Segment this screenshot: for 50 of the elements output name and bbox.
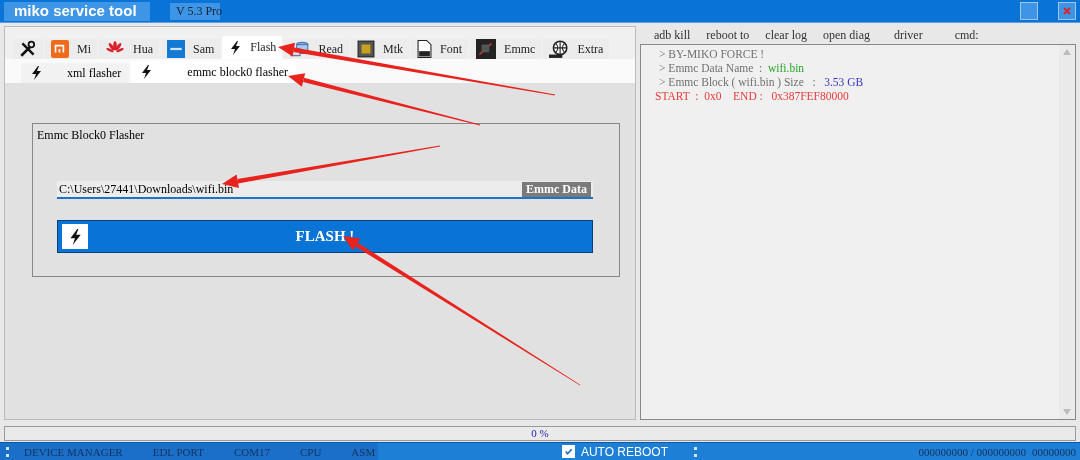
close-button[interactable]: [1058, 2, 1076, 20]
tab[interactable]: Mi: [45, 39, 97, 59]
toolbar-button[interactable]: adb kill: [646, 27, 699, 43]
tab[interactable]: Mtk: [351, 39, 410, 59]
checkbox-label: AUTO REBOOT: [580, 444, 668, 459]
tools-icon: [19, 40, 37, 58]
toolbar-button[interactable]: driver: [878, 27, 939, 43]
emmc-data-button[interactable]: Emmc Data: [522, 181, 591, 197]
status-field: DEVICE MANAGER: [9, 445, 138, 458]
scroll-up-icon: [1063, 49, 1071, 55]
window-title: miko service tool: [4, 1, 150, 21]
checkbox[interactable]: [561, 445, 575, 458]
counter-text: 000000000 / 000000000: [918, 445, 1026, 458]
file-path-field[interactable]: C:\Users\27441\Downloads\wifi.bin Emmc Data: [57, 181, 593, 199]
check-icon: [563, 447, 573, 456]
subtab[interactable]: emmc block0 flasher: [131, 61, 296, 83]
toolbar-button[interactable]: open diag: [815, 27, 878, 43]
counter-text: 00000000: [1032, 445, 1076, 458]
tab[interactable]: Font: [411, 39, 469, 59]
status-field: CPU: [284, 445, 337, 458]
toolbar-button[interactable]: cmd:: [938, 27, 995, 43]
dark-chip-icon: [476, 39, 497, 59]
card-icon: [167, 40, 185, 58]
version-label: V 5.3 Pro: [170, 2, 220, 20]
chip-icon: [357, 40, 376, 58]
close-icon: [1063, 7, 1071, 15]
toolbar-button[interactable]: clear log: [757, 27, 815, 43]
scroll-down-icon: [1063, 409, 1071, 415]
tab[interactable]: Sam: [161, 39, 221, 59]
lightning-icon: [29, 65, 43, 81]
tab[interactable]: Extra: [543, 39, 610, 59]
status-field: ASM: [336, 445, 391, 458]
tab[interactable]: [13, 39, 43, 59]
lightning-icon: [228, 39, 243, 56]
log-text: START : 0x0 END : 0x387FEF80000: [655, 90, 849, 102]
toolbar-button[interactable]: reboot to: [698, 27, 758, 43]
subtab[interactable]: xml flasher: [21, 63, 130, 83]
log-value: wifi.bin: [768, 62, 805, 74]
log-text: > BY-MIKO FORCE !: [659, 48, 765, 60]
log-text: > Emmc Block ( wifi.bin ) Size :: [659, 76, 817, 88]
log-value: 3.53 GB: [824, 76, 864, 88]
tab[interactable]: Flash: [222, 36, 283, 59]
log-text: > Emmc Data Name :: [659, 62, 764, 74]
lightning-icon: [139, 64, 154, 80]
progress-reading: 0 %: [531, 427, 549, 439]
status-field: COM17: [218, 445, 285, 458]
tab[interactable]: Emmc: [470, 39, 542, 59]
status-field: EDL PORT: [137, 445, 219, 458]
tab[interactable]: Hua: [99, 39, 159, 59]
group-title: Emmc Block0 Flasher: [37, 128, 145, 143]
